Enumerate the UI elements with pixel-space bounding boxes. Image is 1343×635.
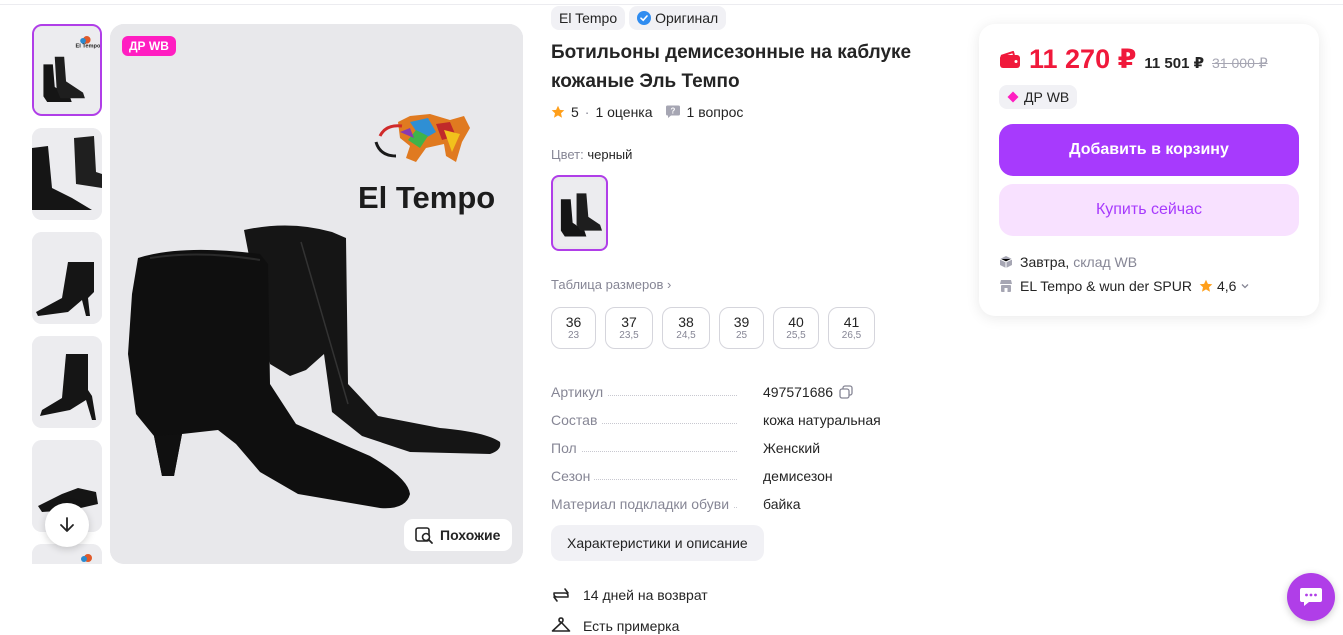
feature-try-on: Есть примерка — [551, 617, 679, 635]
param-value: 497571686 — [763, 384, 853, 400]
size-39[interactable]: 39 25 — [719, 307, 764, 349]
param-row: Артикул 497571686 — [551, 378, 951, 406]
wallet-icon — [1000, 50, 1020, 68]
price-row: 11 270 ₽ 11 501 ₽ 31 000 ₽ — [999, 44, 1268, 75]
seller-info[interactable]: EL Tempo & wun der SPUR 4,6 — [999, 278, 1250, 294]
color-swatch-image — [555, 179, 604, 247]
color-swatch-black[interactable] — [551, 175, 608, 251]
price-without-wallet: 11 501 ₽ — [1144, 55, 1205, 72]
dr-wb-label: ДР WB — [1024, 89, 1070, 105]
color-value: черный — [587, 147, 633, 162]
seller-name: EL Tempo & wun der SPUR — [1020, 278, 1192, 294]
return-arrows-icon — [553, 588, 569, 602]
svg-text:?: ? — [670, 107, 675, 116]
thumbnail-3[interactable] — [32, 232, 102, 324]
delivery-day: Завтра, — [1020, 254, 1070, 270]
thumbnail-4[interactable] — [32, 336, 102, 428]
verified-check-icon — [637, 11, 652, 25]
arrow-down-icon — [60, 517, 74, 532]
size-table-link[interactable]: Таблица размеров › — [551, 277, 671, 292]
box-icon — [999, 256, 1013, 268]
size-40[interactable]: 40 25,5 — [773, 307, 819, 349]
size-41[interactable]: 41 26,5 — [828, 307, 875, 349]
param-row: Сезон демисезон — [551, 462, 951, 490]
param-key: Пол — [551, 440, 581, 456]
rating-value: 5 — [571, 104, 579, 120]
star-icon — [551, 105, 565, 118]
dr-wb-badge: ДР WB — [122, 36, 176, 56]
thumbnail-strip: El Tempo — [32, 24, 102, 564]
param-row: Пол Женский — [551, 434, 951, 462]
similar-label: Похожие — [440, 527, 501, 543]
brand-chips: El Tempo Оригинал — [551, 6, 727, 30]
param-row: Материал подкладки обуви байка — [551, 490, 951, 518]
search-similar-icon — [415, 527, 433, 544]
original-chip-label: Оригинал — [655, 10, 719, 26]
param-key: Состав — [551, 412, 602, 428]
brand-chip[interactable]: El Tempo — [551, 6, 626, 30]
dot-separator-icon: · — [584, 104, 590, 120]
params-table: Артикул 497571686 Состав кожа натуральная … — [551, 378, 951, 518]
similar-button[interactable]: Похожие — [404, 519, 513, 551]
brand-logo-text: El Tempo — [358, 180, 495, 215]
delivery-warehouse: склад WB — [1073, 254, 1138, 270]
question-bubble-icon: ? — [665, 105, 680, 118]
param-value: демисезон — [763, 468, 833, 484]
param-value: кожа натуральная — [763, 412, 881, 428]
chevron-right-icon: › — [667, 277, 672, 292]
copy-icon[interactable] — [839, 385, 853, 399]
price-card: 11 270 ₽ 11 501 ₽ 31 000 ₽ ДР WB Добавит… — [979, 24, 1319, 316]
seller-rating: 4,6 — [1216, 278, 1237, 294]
main-product-image[interactable]: El Tempo ДР WB Похожие — [110, 24, 523, 564]
dr-wb-chip[interactable]: ДР WB — [999, 85, 1078, 109]
delivery-info: Завтра, склад WB — [999, 254, 1137, 270]
buy-now-button[interactable]: Купить сейчас — [999, 184, 1299, 236]
reviews-count[interactable]: 1 оценка — [595, 104, 652, 120]
thumbnail-2[interactable] — [32, 128, 102, 220]
feature-return: 14 дней на возврат — [551, 585, 708, 605]
chat-button[interactable] — [1287, 573, 1335, 621]
param-key: Сезон — [551, 468, 595, 484]
chat-bubble-icon — [1300, 588, 1322, 606]
size-36[interactable]: 36 23 — [551, 307, 596, 349]
size-selector: 36 23 37 23,5 38 24,5 39 25 40 25,5 41 26,5 — [551, 307, 875, 349]
color-label: Цвет: черный — [551, 147, 633, 162]
brand-chip-label: El Tempo — [559, 10, 618, 26]
diamond-icon — [1007, 91, 1019, 103]
param-value: Женский — [763, 440, 821, 456]
add-to-cart-button[interactable]: Добавить в корзину — [999, 124, 1299, 176]
thumbnail-1[interactable]: El Tempo — [32, 24, 102, 116]
top-divider — [0, 4, 1343, 5]
price-current: 11 270 ₽ — [1029, 44, 1137, 74]
thumbnail-6[interactable] — [32, 544, 102, 564]
product-title: Ботильоны демисезонные на каблуке кожаны… — [551, 42, 912, 92]
thumbnails-scroll-down-button[interactable] — [45, 503, 89, 547]
star-icon — [1199, 279, 1213, 292]
price-old: 31 000 ₽ — [1212, 55, 1268, 71]
original-chip[interactable]: Оригинал — [629, 6, 727, 30]
svg-text:El Tempo: El Tempo — [75, 43, 100, 49]
hanger-icon — [551, 617, 571, 632]
characteristics-button[interactable]: Характеристики и описание — [551, 525, 764, 561]
chevron-down-icon — [1241, 284, 1249, 289]
param-row: Состав кожа натуральная — [551, 406, 951, 434]
questions-count[interactable]: 1 вопрос — [687, 104, 744, 120]
param-key: Материал подкладки обуви — [551, 496, 734, 512]
size-38[interactable]: 38 24,5 — [662, 307, 710, 349]
rating-row[interactable]: 5 · 1 оценка ? 1 вопрос — [551, 104, 743, 120]
shop-icon — [1000, 280, 1012, 292]
size-37[interactable]: 37 23,5 — [605, 307, 653, 349]
boots-photo: El Tempo — [110, 24, 523, 564]
param-value: байка — [763, 496, 801, 512]
feature-try-on-label: Есть примерка — [583, 618, 680, 634]
param-key: Артикул — [551, 384, 608, 400]
feature-return-label: 14 дней на возврат — [583, 587, 708, 603]
